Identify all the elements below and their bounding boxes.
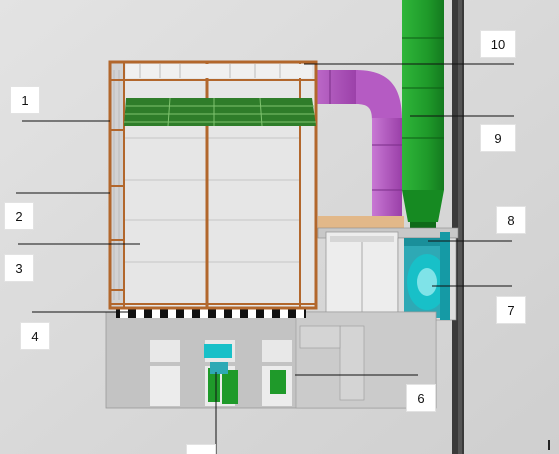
exhaust-fan <box>397 232 457 321</box>
callout-label-2: 2 <box>4 202 34 230</box>
filter-cabinet <box>325 231 399 321</box>
callout-label-bottom <box>186 444 216 454</box>
callout-label-10: 10 <box>480 30 516 58</box>
callout-label-3: 3 <box>4 254 34 282</box>
callout-label-6: 6 <box>406 384 436 412</box>
callout-label-4: 4 <box>20 322 50 350</box>
booth-illustration <box>0 0 559 454</box>
callout-label-1: 1 <box>10 86 40 114</box>
callout-label-8: 8 <box>496 206 526 234</box>
spray-booth-diagram: 1 2 3 4 6 7 8 9 10 <box>0 0 559 454</box>
concrete-base <box>105 311 437 409</box>
exhaust-stack <box>402 0 444 236</box>
callout-label-9: 9 <box>480 124 516 152</box>
callout-label-7: 7 <box>496 296 526 324</box>
fan-platform <box>318 216 404 228</box>
